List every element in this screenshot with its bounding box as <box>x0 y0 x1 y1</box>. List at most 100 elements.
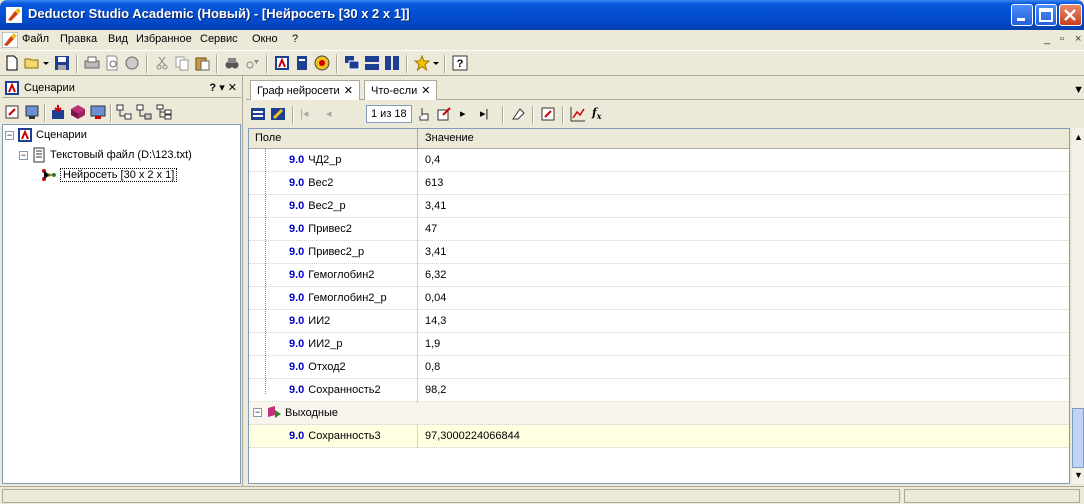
tab-list-icon[interactable]: ▼ <box>1073 84 1084 96</box>
maximize-button[interactable] <box>1035 4 1057 26</box>
column-header-field[interactable]: Поле <box>255 132 281 144</box>
field-value[interactable]: 6,32 <box>425 269 446 281</box>
field-value[interactable]: 14,3 <box>425 315 446 327</box>
chart-icon[interactable] <box>570 106 586 122</box>
expand-tree-icon[interactable] <box>116 104 132 120</box>
column-header-value[interactable]: Значение <box>425 132 474 144</box>
scroll-down-icon[interactable]: ▼ <box>1074 470 1083 480</box>
field-value[interactable]: 0,04 <box>425 292 446 304</box>
scroll-up-icon[interactable]: ▲ <box>1074 132 1083 142</box>
help-icon[interactable]: ? <box>452 55 468 71</box>
tab-what-if[interactable]: Что-если ✕ <box>364 80 438 100</box>
menu-edit[interactable]: Правка <box>60 33 97 45</box>
document-app-icon[interactable] <box>2 32 18 48</box>
field-value[interactable]: 47 <box>425 223 437 235</box>
menu-service[interactable]: Сервис <box>200 33 238 45</box>
process-icon[interactable] <box>70 104 86 120</box>
copy-icon[interactable] <box>174 55 190 71</box>
open-folder-icon[interactable] <box>24 55 40 71</box>
save-icon[interactable] <box>54 55 70 71</box>
collapse-icon[interactable]: − <box>5 130 14 140</box>
minimize-button[interactable] <box>1011 4 1033 26</box>
field-value[interactable]: 613 <box>425 177 443 189</box>
edit-view-icon[interactable] <box>270 106 286 122</box>
menu-help[interactable]: ? <box>292 33 298 45</box>
tile-horizontal-icon[interactable] <box>364 55 380 71</box>
grid-row[interactable]: 9.0 Отход2 0,8 <box>249 356 1069 379</box>
first-record-icon[interactable]: |◂ <box>300 107 308 120</box>
grid-row[interactable]: 9.0 Вес2_р 3,41 <box>249 195 1069 218</box>
wizard-icon[interactable] <box>24 104 40 120</box>
grid-row-output[interactable]: 9.0 Сохранность3 97,3000224066844 <box>249 425 1069 448</box>
chevron-down-icon[interactable] <box>432 55 440 71</box>
table-view-icon[interactable] <box>250 106 266 122</box>
field-value[interactable]: 1,9 <box>425 338 440 350</box>
field-value[interactable]: 0,4 <box>425 154 440 166</box>
tile-cascade-icon[interactable] <box>344 55 360 71</box>
tree-node-neural-net[interactable]: Нейросеть [30 x 2 x 1] <box>41 167 178 183</box>
group-row-outputs[interactable]: − Выходные <box>249 402 1069 425</box>
star-favorites-icon[interactable] <box>414 55 430 71</box>
collapse-icon[interactable]: − <box>253 408 262 417</box>
cut-icon[interactable] <box>154 55 170 71</box>
mdi-minimize-icon[interactable]: _ <box>1044 33 1050 45</box>
find-next-icon[interactable] <box>244 55 260 71</box>
grid-row[interactable]: 9.0 Сохранность2 98,2 <box>249 379 1069 402</box>
mdi-restore-icon[interactable]: ▫ <box>1060 33 1064 45</box>
field-value[interactable]: 3,41 <box>425 246 446 258</box>
grid-row[interactable]: 9.0 Привес2_р 3,41 <box>249 241 1069 264</box>
tile-vertical-icon[interactable] <box>384 55 400 71</box>
visualize-icon[interactable] <box>90 104 106 120</box>
properties-icon[interactable] <box>540 106 556 122</box>
new-file-icon[interactable] <box>4 55 20 71</box>
chevron-down-icon[interactable] <box>42 55 50 71</box>
collapse-icon[interactable]: − <box>19 150 28 160</box>
panel-controls[interactable]: ? ▾ ✕ <box>209 81 237 94</box>
last-record-icon[interactable]: ▸| <box>480 107 488 120</box>
paste-icon[interactable] <box>194 55 210 71</box>
grid-row[interactable]: 9.0 Вес2 613 <box>249 172 1069 195</box>
field-value[interactable]: 98,2 <box>425 384 446 396</box>
properties-icon[interactable] <box>4 104 20 120</box>
grid-row[interactable]: 9.0 ЧД2_р 0,4 <box>249 149 1069 172</box>
scrollbar-thumb[interactable] <box>1072 408 1084 468</box>
collapse-tree-icon[interactable] <box>136 104 152 120</box>
grid-row[interactable]: 9.0 ИИ2_р 1,9 <box>249 333 1069 356</box>
dataset-icon[interactable] <box>294 55 310 71</box>
find-icon[interactable] <box>224 55 240 71</box>
edit-record-icon[interactable] <box>436 106 452 122</box>
print-setup-icon[interactable] <box>124 55 140 71</box>
tab-close-icon[interactable]: ✕ <box>344 85 353 97</box>
column-separator[interactable] <box>417 129 418 149</box>
type-label: 9.0 <box>289 430 305 442</box>
function-icon[interactable]: fx <box>592 106 602 121</box>
menu-file[interactable]: Файл <box>22 33 49 45</box>
scenario-icon[interactable] <box>274 55 290 71</box>
close-button[interactable] <box>1059 4 1082 26</box>
mdi-close-icon[interactable]: × <box>1075 33 1081 45</box>
menu-favorites[interactable]: Избранное <box>136 33 192 45</box>
tree-node-text-file[interactable]: − Текстовый файл (D:\123.txt) <box>19 147 192 163</box>
menu-window[interactable]: Окно <box>252 33 278 45</box>
grid-row[interactable]: 9.0 Гемоглобин2_р 0,04 <box>249 287 1069 310</box>
hand-pointer-icon[interactable] <box>416 106 432 122</box>
menu-view[interactable]: Вид <box>108 33 128 45</box>
next-record-icon[interactable]: ▸ <box>460 107 466 120</box>
tab-close-icon[interactable]: ✕ <box>421 85 430 97</box>
prev-record-icon[interactable]: ◂ <box>326 107 332 120</box>
vertical-scrollbar[interactable]: ▲ ▼ <box>1072 128 1084 484</box>
import-icon[interactable] <box>50 104 66 120</box>
clear-icon[interactable] <box>510 106 526 122</box>
tree-node-scenarios[interactable]: − Сценарии <box>5 127 87 143</box>
tab-neural-graph[interactable]: Граф нейросети ✕ <box>250 80 360 100</box>
tree-structure-icon[interactable] <box>156 104 172 120</box>
print-icon[interactable] <box>84 55 100 71</box>
tab-label: Что-если <box>371 85 418 97</box>
field-value[interactable]: 0,8 <box>425 361 440 373</box>
field-value[interactable]: 3,41 <box>425 200 446 212</box>
grid-row[interactable]: 9.0 ИИ2 14,3 <box>249 310 1069 333</box>
print-preview-icon[interactable] <box>104 55 120 71</box>
grid-row[interactable]: 9.0 Гемоглобин2 6,32 <box>249 264 1069 287</box>
grid-row[interactable]: 9.0 Привес2 47 <box>249 218 1069 241</box>
gauge-icon[interactable] <box>314 55 330 71</box>
